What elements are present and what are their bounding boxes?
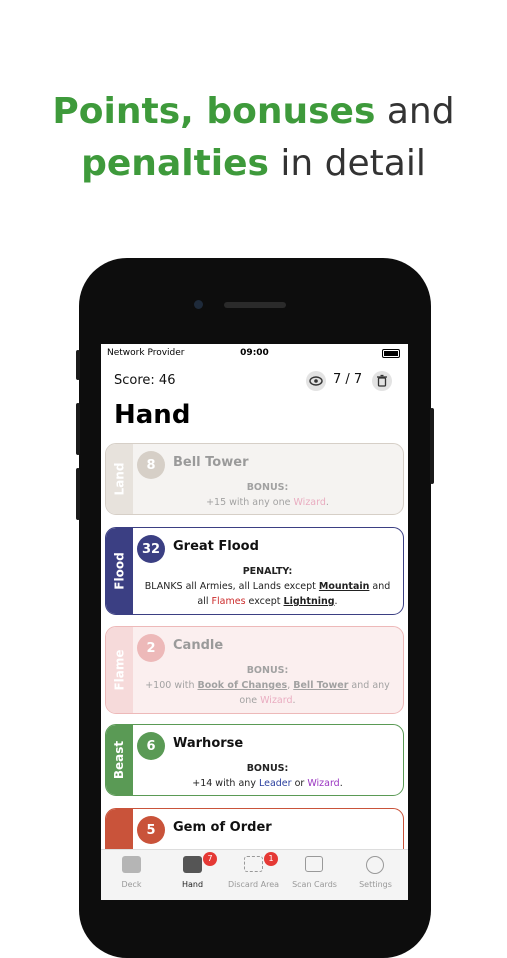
rule-text: . [339, 778, 343, 789]
card-number-badge: 5 [137, 816, 165, 844]
tab-label: Scan Cards [292, 880, 337, 889]
tab-scan-cards[interactable]: Scan Cards [284, 850, 345, 900]
rule-text: except [245, 596, 284, 607]
mute-switch [76, 350, 80, 380]
card-rule-text: BONUS: +14 with any Leader or Wizard. [136, 761, 399, 791]
volume-down-button [76, 468, 80, 520]
rule-text: BLANKS all Armies, all Lands except [144, 581, 319, 592]
rule-keyword: Bell Tower [293, 680, 349, 691]
rule-text: +14 with any [192, 778, 259, 789]
earpiece-speaker [224, 302, 286, 308]
status-time: 09:00 [240, 348, 269, 358]
tab-bar: Deck 7 Hand 1 Discard Area Scan Cards Se… [101, 849, 408, 900]
card-suit-label: Flood [112, 552, 127, 590]
rule-keyword: Flames [211, 596, 246, 607]
card-suit-label: Flame [112, 649, 127, 691]
front-camera [194, 300, 203, 309]
card-suit-strip: Flood [106, 528, 133, 614]
card-suit-strip: Flame [106, 627, 133, 713]
tab-deck[interactable]: Deck [101, 850, 162, 900]
headline-rest-1: and [375, 91, 455, 132]
rule-text: +15 with any one [206, 497, 294, 508]
card-rule-label: PENALTY: [242, 566, 293, 577]
battery-icon [382, 349, 400, 358]
page-title: Hand [114, 400, 191, 430]
rule-keyword: Lightning [283, 596, 335, 607]
rule-keyword: Wizard [260, 695, 293, 706]
discard-icon [244, 856, 263, 872]
discard-badge: 1 [264, 852, 278, 866]
rule-keyword: Leader [258, 778, 292, 789]
rule-text: or [291, 778, 308, 789]
headline-rest-2: in detail [268, 143, 426, 184]
card-bell-tower[interactable]: Land 8 Bell Tower BONUS: +15 with any on… [105, 443, 404, 515]
rule-text: . [292, 695, 296, 706]
card-suit-label: Land [112, 462, 127, 496]
rule-text: +100 with [145, 680, 198, 691]
tab-label: Settings [359, 880, 392, 889]
rule-text: one [239, 695, 261, 706]
card-number-badge: 2 [137, 634, 165, 662]
card-suit-label: Beast [112, 740, 127, 780]
rule-text: and [369, 581, 391, 592]
card-number-badge: 32 [137, 535, 165, 563]
card-name: Bell Tower [173, 455, 249, 470]
trash-icon[interactable] [372, 371, 392, 391]
card-rule-text: BONUS: +15 with any one Wizard. [136, 480, 399, 510]
top-bar: Score: 46 7 / 7 [101, 366, 408, 394]
card-name: Great Flood [173, 539, 259, 554]
tab-discard-area[interactable]: 1 Discard Area [223, 850, 284, 900]
card-rule-text: PENALTY: BLANKS all Armies, all Lands ex… [136, 564, 399, 609]
headline-green-2: penalties [81, 143, 269, 184]
rule-keyword: Book of Changes [197, 680, 288, 691]
rule-text: . [325, 497, 329, 508]
tab-label: Discard Area [227, 880, 280, 889]
headline-green-1: Points, bonuses [52, 91, 376, 132]
card-rule-label: BONUS: [246, 482, 289, 493]
card-number-badge: 6 [137, 732, 165, 760]
card-name: Warhorse [173, 736, 244, 751]
card-number-badge: 8 [137, 451, 165, 479]
headline: Points, bonuses and penalties in detail [0, 86, 507, 190]
eye-icon[interactable] [306, 371, 326, 391]
score-label: Score: 46 [114, 373, 176, 388]
gear-icon [366, 856, 384, 874]
card-great-flood[interactable]: Flood 32 Great Flood PENALTY: BLANKS all… [105, 527, 404, 615]
app-screen: Network Provider 09:00 Score: 46 7 / 7 H… [101, 344, 408, 900]
rule-keyword: Wizard [307, 778, 340, 789]
rule-text: and any [348, 680, 390, 691]
power-button [430, 408, 434, 484]
card-rule-text: BONUS: +100 with Book of Changes, Bell T… [136, 663, 399, 708]
rule-keyword: Mountain [318, 581, 370, 592]
rule-text: all [197, 596, 212, 607]
tab-label: Deck [121, 880, 142, 889]
card-warhorse[interactable]: Beast 6 Warhorse BONUS: +14 with any Lea… [105, 724, 404, 796]
card-name: Gem of Order [173, 820, 272, 835]
card-suit-strip: Land [106, 444, 133, 514]
headline-line-2: penalties in detail [0, 138, 507, 190]
card-name: Candle [173, 638, 224, 653]
tab-hand[interactable]: 7 Hand [162, 850, 223, 900]
card-count: 7 / 7 [333, 372, 363, 387]
card-suit-strip: Beast [106, 725, 133, 795]
card-candle[interactable]: Flame 2 Candle BONUS: +100 with Book of … [105, 626, 404, 714]
status-bar: Network Provider 09:00 [101, 344, 408, 362]
deck-icon [122, 856, 141, 873]
rule-text: . [334, 596, 338, 607]
volume-up-button [76, 403, 80, 455]
hand-badge: 7 [203, 852, 217, 866]
tab-label: Hand [181, 880, 204, 889]
headline-line-1: Points, bonuses and [0, 86, 507, 138]
card-rule-label: BONUS: [246, 665, 289, 676]
tab-settings[interactable]: Settings [345, 850, 406, 900]
card-rule-label: BONUS: [246, 763, 289, 774]
hand-icon [183, 856, 202, 873]
rule-keyword: Wizard [293, 497, 326, 508]
camera-icon [305, 856, 323, 872]
